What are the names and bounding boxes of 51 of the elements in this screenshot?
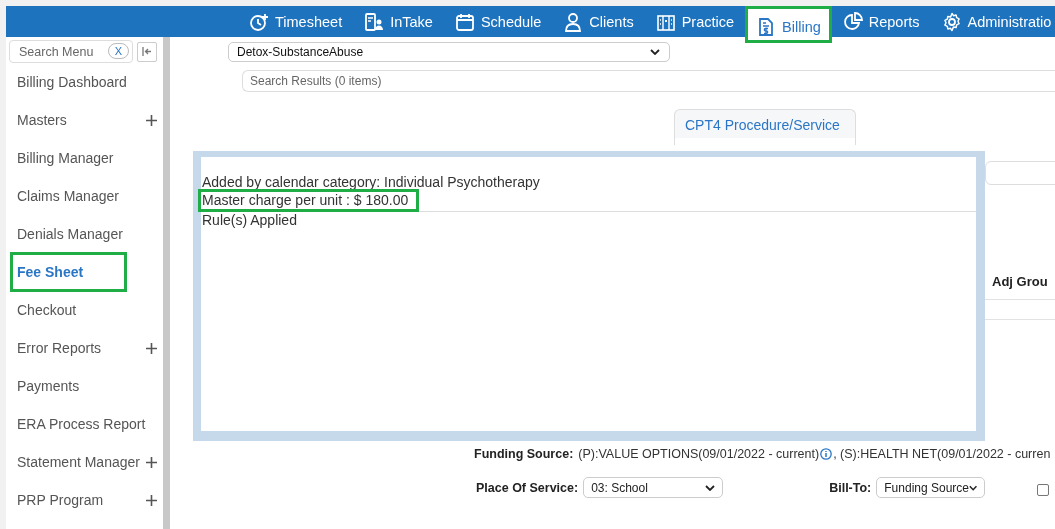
nav-tab[interactable]: Clients <box>552 6 645 37</box>
collapse-arrow-icon <box>142 47 152 56</box>
nav-tab[interactable]: Practice <box>644 6 746 37</box>
sidebar-item[interactable]: Error Reports <box>6 329 163 367</box>
settings-icon <box>941 11 962 32</box>
sidebar-item[interactable]: Masters <box>6 101 163 139</box>
sidebar-item[interactable]: Claims Manager <box>6 177 163 215</box>
plus-icon[interactable] <box>146 114 157 126</box>
nav-tab[interactable]: Administratio <box>930 6 1055 37</box>
nav-tab[interactable]: Timesheet <box>238 6 354 37</box>
sidebar-item[interactable]: Payments <box>6 367 163 405</box>
person-icon <box>563 11 584 32</box>
checkbox[interactable] <box>1037 484 1049 496</box>
sidebar-item[interactable]: Fee Sheet <box>10 252 127 292</box>
nav-tab[interactable]: InTake <box>353 6 444 37</box>
plus-icon[interactable] <box>146 494 157 506</box>
funding-source-label: Funding Source: <box>474 447 574 461</box>
program-dropdown[interactable]: Detox-SubstanceAbuse <box>228 42 670 62</box>
bill-to-label: Bill-To: <box>829 480 872 495</box>
sidebar-item[interactable]: Billing Manager <box>6 139 163 177</box>
procedure-tab[interactable]: CPT4 Procedure/Service <box>674 109 856 145</box>
nav-tab[interactable]: Reports <box>831 6 931 37</box>
popup-text: Added by calendar category: Individual Psychotherapy <box>201 174 540 190</box>
chevron-down-icon <box>969 484 978 491</box>
place-of-service-dropdown[interactable]: 03: School <box>583 477 724 498</box>
sidebar-item[interactable]: Billing Dashboard <box>6 63 163 101</box>
pie-chart-icon <box>842 11 863 32</box>
calendar-icon <box>454 11 475 32</box>
info-icon[interactable] <box>820 448 833 460</box>
plus-icon[interactable] <box>146 342 157 354</box>
secondary-funding-text: , (S):HEALTH NET(09/01/2022 - curren <box>833 447 1051 461</box>
chevron-down-icon <box>650 49 660 55</box>
sidebar-item[interactable]: Checkout <box>6 291 163 329</box>
place-of-service-label: Place Of Service: <box>476 480 579 495</box>
chevron-down-icon <box>705 484 716 491</box>
sidebar-item[interactable]: ERA Process Report <box>6 405 163 443</box>
clock-plus-icon <box>249 11 269 32</box>
popup-text: Master charge per unit : $ 180.00 <box>201 192 417 209</box>
sidebar-item[interactable]: PRP Program <box>6 481 163 519</box>
nav-tab[interactable]: Billing <box>745 6 832 43</box>
nav-tab[interactable]: Schedule <box>443 6 553 37</box>
search-results-field[interactable]: Search Results (0 items) <box>242 70 1055 92</box>
adj-group-label: Adj Grou <box>992 274 1048 289</box>
sidebar-item[interactable]: Statement Manager <box>6 443 163 481</box>
collapse-sidebar-button[interactable] <box>137 41 157 62</box>
plus-icon[interactable] <box>146 456 157 468</box>
bill-to-dropdown[interactable]: Funding Source <box>876 477 986 498</box>
sidebar-item[interactable]: Denials Manager <box>6 215 163 253</box>
id-card-person-icon <box>364 11 385 32</box>
popup-text: Rule(s) Applied <box>201 212 297 228</box>
primary-funding-text: (P):VALUE OPTIONS(09/01/2022 - current) <box>578 447 820 461</box>
